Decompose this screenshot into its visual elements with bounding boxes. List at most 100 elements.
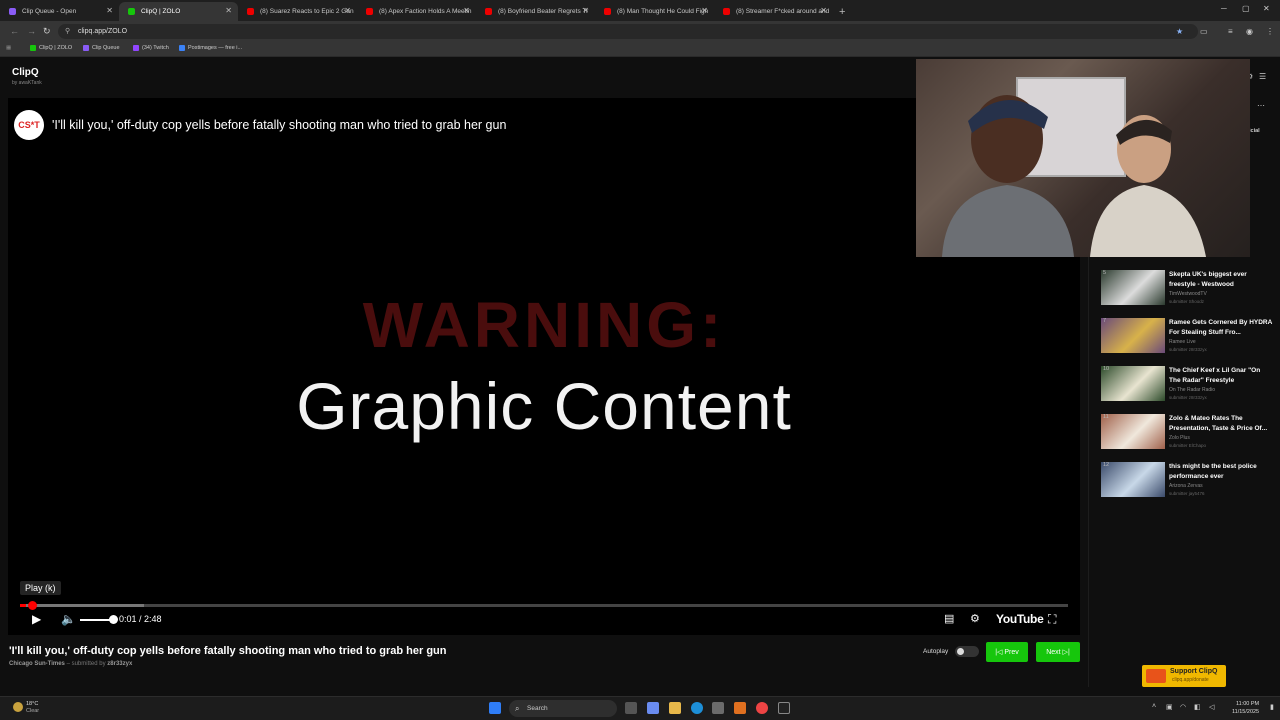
support-label: Support ClipQ	[1170, 668, 1218, 675]
tab-close-icon[interactable]: ✕	[820, 6, 827, 15]
search-placeholder: Search	[527, 705, 548, 712]
queue-item[interactable]: 7 Ramee Gets Cornered By HYDRA For Steali…	[1089, 318, 1280, 362]
bookmark-clipq[interactable]: ClipQ | ZOLO	[30, 45, 72, 51]
bookmark-star-icon[interactable]: ★	[1176, 27, 1183, 36]
capcut-icon[interactable]	[778, 702, 790, 714]
queue-item[interactable]: 11 Zolo & Mateo Rates The Presentation, T…	[1089, 414, 1280, 458]
browser-tab[interactable]: (8) Man Thought He Could Figh ✕	[595, 2, 714, 21]
profile-icon[interactable]: ◉	[1246, 27, 1253, 36]
copilot-icon[interactable]	[647, 702, 659, 714]
close-window-icon[interactable]: ✕	[1263, 4, 1270, 13]
queue-submitter: submitter ElChapo	[1169, 443, 1207, 448]
reload-icon[interactable]: ↻	[43, 26, 51, 37]
next-button[interactable]: Next ▷|	[1036, 642, 1080, 662]
tab-close-icon[interactable]: ✕	[344, 6, 351, 15]
weather-icon[interactable]	[13, 702, 23, 712]
clock[interactable]: 11:00 PM 11/15/2025	[1232, 700, 1259, 716]
captions-icon[interactable]: ▤	[944, 612, 954, 625]
task-view-icon[interactable]	[625, 702, 637, 714]
clock-time: 11:00 PM	[1235, 701, 1260, 707]
bookmark-label: Clip Queue	[92, 45, 120, 51]
streamer-left-figure	[942, 95, 1074, 257]
start-icon[interactable]	[489, 702, 501, 714]
prev-button[interactable]: |◁ Prev	[986, 642, 1028, 662]
file-explorer-icon[interactable]	[669, 702, 681, 714]
browser-tab[interactable]: ClipQ | ZOLO ✕	[119, 2, 238, 21]
bookmark-twitch[interactable]: (34) Twitch	[133, 45, 169, 51]
forward-icon[interactable]: →	[27, 26, 36, 36]
webcam-overlay	[916, 59, 1250, 257]
bookmark-label: ClipQ | ZOLO	[39, 45, 73, 51]
queue-title[interactable]: The Chief Keef x Lil Gnar "On The Radar"…	[1169, 366, 1273, 385]
bookmark-clip-queue[interactable]: Clip Queue	[83, 45, 120, 51]
queue-title[interactable]: this might be the best police performanc…	[1169, 462, 1273, 481]
progress-bar[interactable]	[20, 601, 1068, 610]
channel-logo[interactable]: CS*T	[14, 110, 44, 140]
queue-thumbnail[interactable]	[1101, 318, 1165, 353]
new-tab-icon[interactable]: +	[839, 6, 845, 18]
queue-title[interactable]: Ramee Gets Cornered By HYDRA For Stealin…	[1169, 318, 1273, 337]
tab-close-icon[interactable]: ✕	[106, 6, 113, 15]
site-info-icon[interactable]: ⚲	[65, 24, 70, 39]
video-overlay-title[interactable]: 'I'll kill you,' off-duty cop yells befo…	[52, 118, 506, 132]
queue-number: 11	[1103, 414, 1109, 420]
back-icon[interactable]: ←	[10, 26, 19, 36]
fullscreen-icon[interactable]: ⛶	[1048, 612, 1056, 627]
youtube-logo[interactable]: YouTube	[996, 612, 1044, 626]
network-icon[interactable]: ◠	[1180, 703, 1186, 711]
queue-item[interactable]: 5 Skepta UK's biggest ever freestyle - We…	[1089, 270, 1280, 314]
queue-thumbnail[interactable]	[1101, 462, 1165, 497]
queue-thumbnail[interactable]	[1101, 270, 1165, 305]
taskbar-search[interactable]: ⌕ Search	[509, 700, 617, 717]
browser-tab[interactable]: (8) Boyfriend Beater Regrets Tr ✕	[476, 2, 595, 21]
tray-chevron-icon[interactable]: ˄	[1152, 703, 1156, 710]
browser-tab[interactable]: (8) Streamer F*cked around and ✕	[714, 2, 833, 21]
queue-title[interactable]: Skepta UK's biggest ever freestyle - Wes…	[1169, 270, 1273, 289]
tray-app2-icon[interactable]: ◧	[1194, 703, 1201, 711]
tray-app-icon[interactable]: ▣	[1166, 703, 1173, 711]
queue-submitter: submitter Shoodz	[1169, 299, 1205, 304]
chrome-icon[interactable]	[756, 702, 768, 714]
url-input[interactable]: ⚲ clipq.app/ZOLO	[58, 24, 1198, 39]
store-icon[interactable]	[712, 702, 724, 714]
menu-dots-icon[interactable]: ⋮	[1266, 27, 1274, 36]
volume-icon[interactable]: 🔈	[61, 612, 76, 626]
maximize-icon[interactable]: ▢	[1242, 4, 1250, 13]
speaker-icon[interactable]: ◁	[1209, 703, 1214, 711]
volume-handle[interactable]	[109, 615, 118, 624]
bookmark-label: (34) Twitch	[142, 45, 169, 51]
hd-settings-icon[interactable]: ⚙	[970, 612, 980, 625]
queue-title[interactable]: Zolo & Mateo Rates The Presentation, Tas…	[1169, 414, 1273, 433]
browser-tab[interactable]: Clip Queue - Open ✕	[0, 2, 119, 21]
tab-close-icon[interactable]: ✕	[582, 6, 589, 15]
more-options-icon[interactable]: ⋯	[1257, 101, 1265, 110]
edge-icon[interactable]	[691, 702, 703, 714]
queue-submitter: submitter z8r33zyx	[1169, 395, 1207, 400]
queue-thumbnail[interactable]	[1101, 366, 1165, 401]
queue-thumbnail[interactable]	[1101, 414, 1165, 449]
apps-grid-icon[interactable]: ▦	[6, 45, 11, 51]
scrubber-handle[interactable]	[28, 601, 37, 610]
tab-favicon-icon	[128, 8, 135, 15]
play-icon[interactable]: ▶	[32, 612, 41, 626]
buffer-bar	[20, 604, 144, 607]
extensions-icon[interactable]: ≡	[1228, 27, 1233, 36]
tab-favicon-icon	[9, 8, 16, 15]
queue-item[interactable]: 10 The Chief Keef x Lil Gnar "On The Rada…	[1089, 366, 1280, 410]
app-icon[interactable]	[734, 702, 746, 714]
bookmark-postimages[interactable]: Postimages — free i...	[179, 45, 242, 51]
notification-icon[interactable]: ▮	[1270, 703, 1274, 711]
tab-close-icon[interactable]: ✕	[701, 6, 708, 15]
clip-meta: Chicago Sun-Times – submitted by z8r33zy…	[9, 661, 132, 667]
tab-close-icon[interactable]: ✕	[225, 6, 232, 15]
browser-tab[interactable]: (8) Suarez Reacts to Epic 2 Gan ✕	[238, 2, 357, 21]
minimize-icon[interactable]: ─	[1221, 4, 1227, 13]
cast-icon[interactable]: ▭	[1200, 27, 1208, 36]
queue-item[interactable]: 12 this might be the best police performa…	[1089, 462, 1280, 506]
support-button[interactable]: Support ClipQ clipq.app/donate	[1142, 665, 1226, 687]
browser-tab[interactable]: (8) Apex Faction Holds A Meetin ✕	[357, 2, 476, 21]
tab-close-icon[interactable]: ✕	[463, 6, 470, 15]
filter-icon[interactable]: ☰	[1259, 72, 1266, 81]
autoplay-toggle[interactable]	[955, 646, 979, 657]
bookmark-label: Postimages — free i...	[188, 45, 243, 51]
